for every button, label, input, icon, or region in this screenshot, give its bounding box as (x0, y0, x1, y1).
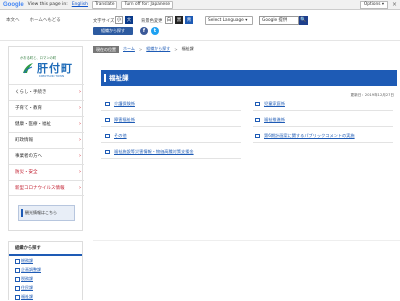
divider (93, 240, 400, 241)
breadcrumb-home[interactable]: ホーム (123, 46, 135, 52)
link-label: 障害福祉係 (114, 117, 135, 122)
org-item-tax[interactable]: 税務課 (9, 274, 82, 283)
chevron-right-icon: › (79, 89, 81, 95)
chevron-right-icon: › (79, 137, 81, 143)
link-care-insurance[interactable]: 介護保険係 (105, 101, 135, 107)
chevron-right-icon: › (79, 169, 81, 175)
document-icon (255, 134, 260, 138)
breadcrumb-separator: > (138, 46, 143, 52)
divider (101, 158, 241, 159)
sidebar-item-label: 防災・安全 (15, 170, 38, 175)
breadcrumb-here-badge: 現在の位置 (93, 45, 119, 53)
folder-icon (255, 102, 260, 106)
chevron-right-icon: › (79, 105, 81, 111)
site-logo[interactable]: かおる町と、ロマンの町 肝付町 KIMOTSUKI TOWN (9, 47, 84, 84)
skip-to-content-link[interactable]: 本文へ (6, 17, 20, 23)
bg-blue-button[interactable]: 青 (185, 16, 193, 24)
sidebar-item-town-info[interactable]: 町政情報 › (9, 132, 84, 148)
chevron-right-icon: › (79, 121, 81, 127)
org-list-panel: 組織から探す 総務課 企画調整課 税務課 住民課 福祉課 (8, 241, 83, 300)
sidebar-item-label: 子育て・教育 (15, 106, 42, 111)
chevron-right-icon: › (79, 153, 81, 159)
sidebar-item-health[interactable]: 健康・医療・福祉 › (9, 116, 84, 132)
sidebar-item-safety[interactable]: 防災・安全 › (9, 164, 84, 180)
close-icon[interactable]: × (392, 1, 397, 8)
link-disability-welfare[interactable]: 障害福祉係 (105, 117, 135, 123)
updated-date: 更新日：2019年12月27日 (350, 93, 394, 97)
document-icon (105, 150, 110, 154)
breadcrumb-current: 福祉課 (181, 46, 194, 51)
util-links: 本文へ ホームへもどる (6, 17, 61, 23)
org-list-heading: 組織から探す (9, 242, 82, 256)
sidebar-item-childcare[interactable]: 子育て・教育 › (9, 100, 84, 116)
utility-header: 本文へ ホームへもどる 文字サイズ 小 大 背景色変更 白 黒 青 Select… (0, 11, 400, 41)
search-input[interactable]: Google 提供 (259, 16, 299, 25)
translate-button[interactable]: Translate (91, 0, 118, 9)
org-item-residents[interactable]: 住民課 (9, 283, 82, 292)
facebook-icon[interactable]: f (140, 27, 148, 35)
sidebar-item-business[interactable]: 事業者の方へ › (9, 148, 84, 164)
tourism-link[interactable]: 観光情報はこちら (18, 205, 75, 221)
divider (253, 126, 393, 127)
folder-icon (105, 102, 110, 106)
breadcrumb: 現在の位置 ホーム > 組織から探す > 福祉課 (93, 45, 194, 53)
text-size-large-button[interactable]: 大 (125, 16, 133, 24)
bg-color-label: 背景色変更 (141, 19, 163, 24)
language-link[interactable]: English (72, 2, 88, 7)
link-welfare-promotion[interactable]: 福祉推進係 (255, 117, 285, 123)
twitter-icon[interactable]: t (151, 27, 159, 35)
folder-icon (105, 118, 110, 122)
breadcrumb-separator: > (174, 46, 178, 52)
org-search-button[interactable]: 組織から探す (93, 27, 133, 35)
divider (101, 110, 241, 111)
options-button[interactable]: Options ▾ (359, 1, 388, 9)
link-public-comment[interactable]: 第6期計画案に関するパブリックコメントの実施 (255, 133, 355, 139)
sidebar-item-label: くらし・手続き (15, 90, 47, 95)
link-label: 第6期計画案に関するパブリックコメントの実施 (264, 133, 355, 138)
divider (253, 142, 393, 143)
divider (101, 142, 241, 143)
town-emblem-icon (23, 63, 33, 74)
translate-bar: Google View this page in: English Transl… (0, 0, 400, 10)
chevron-right-icon: › (79, 185, 81, 191)
turn-off-button[interactable]: Turn off for: Japanese (121, 0, 174, 9)
page-title: 福祉課 (101, 70, 397, 86)
org-item-planning[interactable]: 企画調整課 (9, 265, 82, 274)
translate-prompt: View this page in: (27, 2, 68, 7)
sidebar-item-label: 事業者の方へ (15, 154, 42, 159)
link-other[interactable]: その他 (105, 133, 127, 139)
sidebar-item-label: 町政情報 (15, 138, 33, 143)
link-label: 福祉推進係 (264, 117, 285, 122)
link-label: 児童家庭係 (264, 101, 285, 106)
sidebar-item-label: 新型コロナウイルス情報 (15, 186, 65, 191)
google-logo: Google (3, 1, 24, 8)
divider (101, 126, 241, 127)
text-size-label: 文字サイズ (93, 19, 115, 24)
sidebar-item-living[interactable]: くらし・手続き › (9, 84, 84, 100)
link-child-family[interactable]: 児童家庭係 (255, 101, 285, 107)
folder-icon (105, 134, 110, 138)
sidebar-item-covid[interactable]: 新型コロナウイルス情報 › (9, 180, 84, 196)
org-item-general-affairs[interactable]: 総務課 (9, 256, 82, 265)
breadcrumb-org[interactable]: 組織から探す (146, 46, 170, 52)
sidebar: かおる町と、ロマンの町 肝付町 KIMOTSUKI TOWN くらし・手続き ›… (8, 46, 84, 231)
bg-white-button[interactable]: 白 (165, 16, 173, 24)
link-label: 福祉施設等災害情報・物価高騰対策支援金 (114, 149, 194, 154)
text-size-small-button[interactable]: 小 (115, 16, 123, 24)
logo-romaji: KIMOTSUKI TOWN (39, 74, 65, 78)
search-icon[interactable]: 🔍 (299, 16, 308, 25)
language-select[interactable]: Select Language ▾ (205, 16, 253, 25)
link-disaster-support[interactable]: 福祉施設等災害情報・物価高騰対策支援金 (105, 149, 194, 155)
main-content: 福祉課 更新日：2019年12月27日 介護保険係 児童家庭係 障害福祉係 福祉… (93, 58, 400, 238)
link-label: 介護保険係 (114, 101, 135, 106)
divider (253, 110, 393, 111)
bg-black-button[interactable]: 黒 (175, 16, 183, 24)
folder-icon (255, 118, 260, 122)
home-link[interactable]: ホームへもどる (30, 17, 61, 23)
link-label: その他 (114, 133, 127, 138)
sidebar-item-label: 健康・医療・福祉 (15, 122, 51, 127)
